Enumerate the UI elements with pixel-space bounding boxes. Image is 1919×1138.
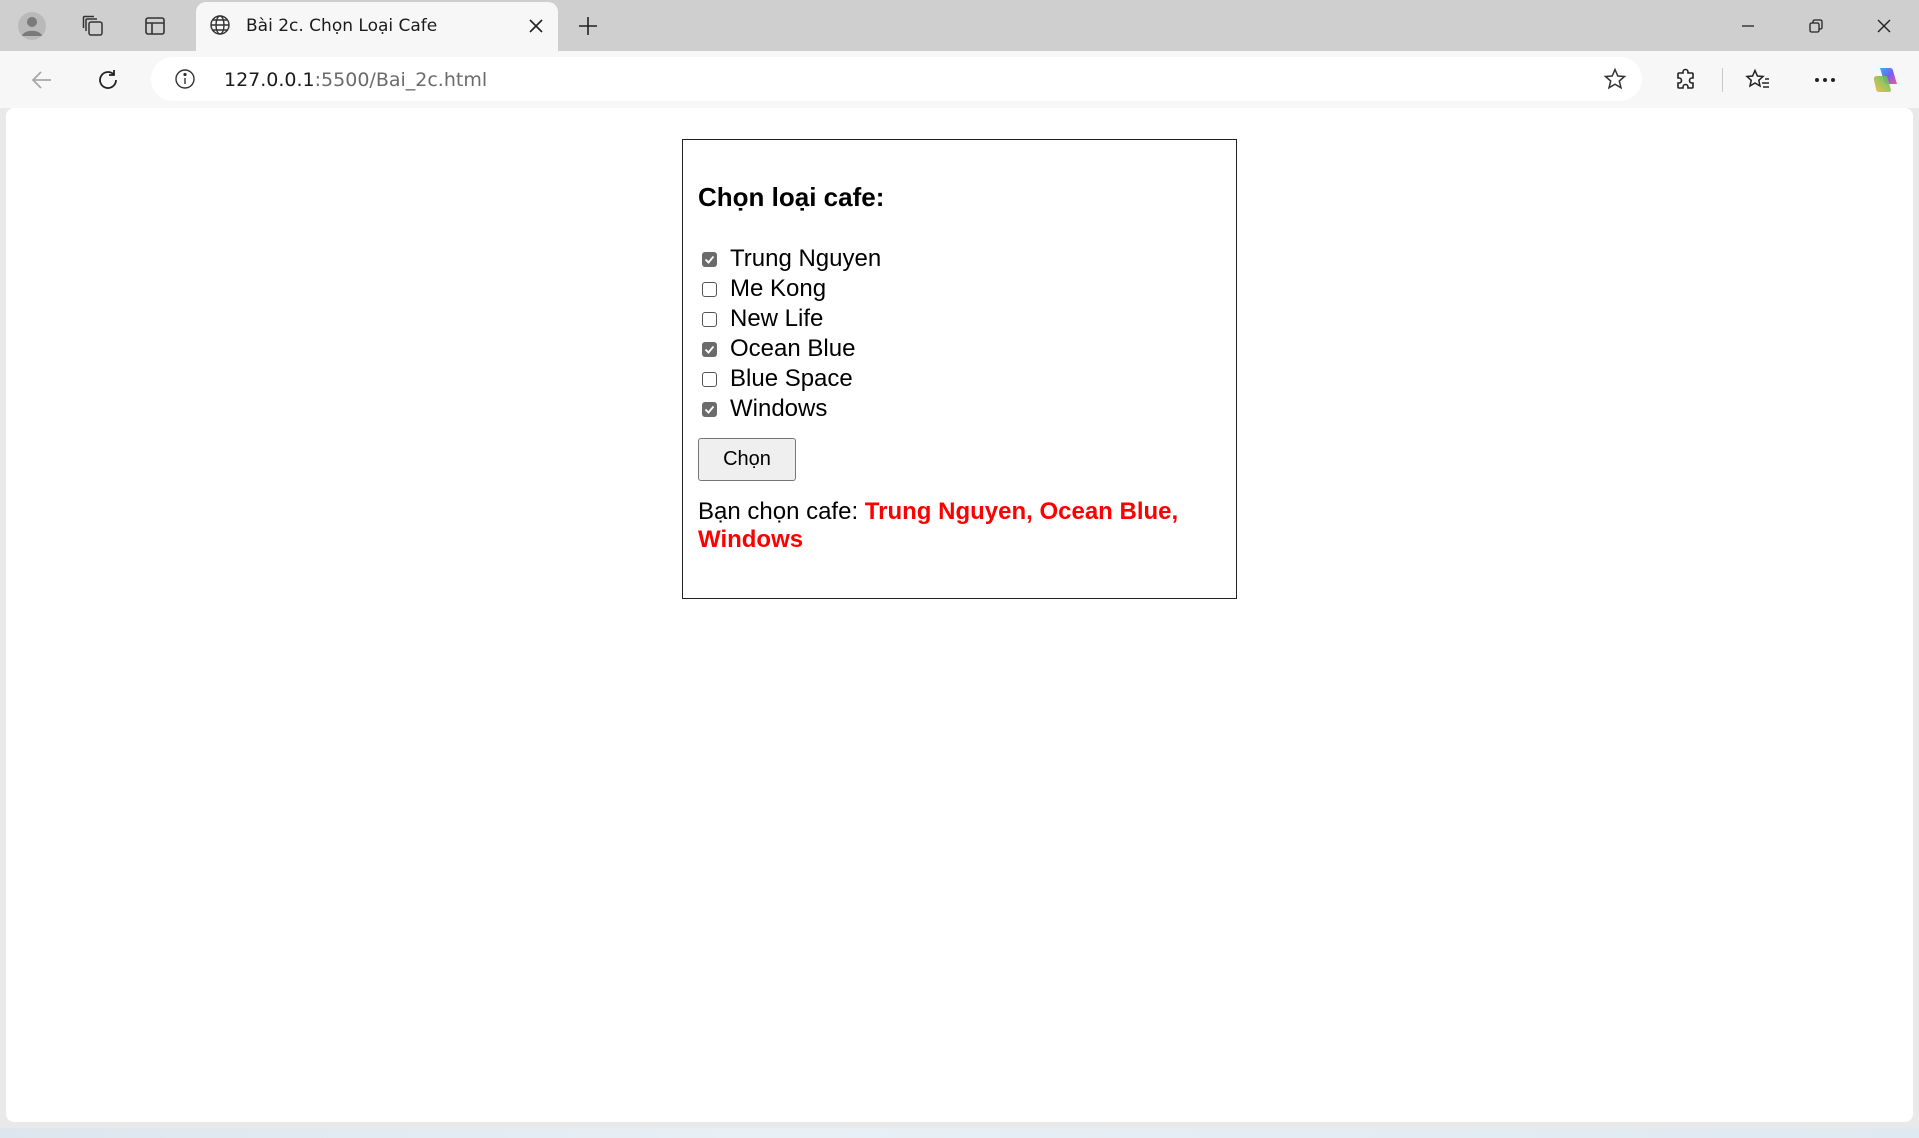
- workspaces-button[interactable]: [75, 8, 111, 44]
- tab-actions-icon: [145, 17, 165, 35]
- checkbox-blue-space[interactable]: [702, 371, 717, 387]
- toolbar: 127.0.0.1:5500/Bai_2c.html: [0, 51, 1919, 108]
- tab-title: Bài 2c. Chọn Loại Cafe: [246, 16, 438, 36]
- checkbox-me-kong[interactable]: [702, 281, 717, 297]
- option-label: Blue Space: [730, 365, 853, 392]
- profile-button[interactable]: [14, 8, 50, 44]
- url-host: 127.0.0.1: [224, 69, 315, 91]
- favorite-star-icon: [1603, 67, 1627, 90]
- form-heading: Chọn loại cafe:: [698, 182, 885, 212]
- option-label: Windows: [730, 395, 828, 422]
- option-trung-nguyen[interactable]: Trung Nguyen: [702, 244, 881, 274]
- active-tab[interactable]: Bài 2c. Chọn Loại Cafe: [196, 2, 558, 51]
- favorites-icon: [1745, 68, 1769, 88]
- add-favorite-button[interactable]: [1602, 66, 1628, 92]
- refresh-button[interactable]: [88, 60, 128, 100]
- refresh-icon: [99, 70, 117, 89]
- restore-icon: [1809, 18, 1823, 33]
- more-icon: [1815, 78, 1835, 82]
- window-close-button[interactable]: [1851, 0, 1917, 51]
- checkmark-icon: [704, 345, 715, 354]
- checkbox-new-life[interactable]: [702, 311, 717, 327]
- restore-button[interactable]: [1783, 0, 1849, 51]
- profile-icon: [18, 12, 46, 40]
- option-label: New Life: [730, 305, 824, 332]
- new-tab-button[interactable]: [570, 8, 606, 44]
- copilot-icon: [1873, 68, 1897, 92]
- address-bar[interactable]: 127.0.0.1:5500/Bai_2c.html: [151, 57, 1642, 101]
- checkbox-ocean-blue[interactable]: [702, 341, 717, 357]
- checkmark-icon: [704, 405, 715, 414]
- back-icon: [31, 71, 51, 89]
- result-text: Bạn chọn cafe: Trung Nguyen, Ocean Blue,…: [698, 498, 1198, 554]
- checkbox-trung-nguyen[interactable]: [702, 251, 717, 267]
- submit-button[interactable]: Chọn: [698, 438, 796, 481]
- page-viewport: Chọn loại cafe: Trung Nguyen Me Kong New…: [6, 108, 1913, 1122]
- info-icon: [175, 69, 195, 89]
- window-close-icon: [1877, 19, 1891, 32]
- option-blue-space[interactable]: Blue Space: [702, 364, 853, 394]
- checkbox-windows[interactable]: [702, 401, 717, 417]
- tab-close-button[interactable]: [522, 12, 550, 40]
- back-button[interactable]: [22, 60, 62, 100]
- minimize-button[interactable]: [1715, 0, 1781, 51]
- option-windows[interactable]: Windows: [702, 394, 827, 424]
- taskbar-edge: [0, 1128, 1919, 1138]
- copilot-button[interactable]: [1867, 60, 1907, 100]
- option-label: Trung Nguyen: [730, 245, 882, 272]
- checkmark-icon: [704, 255, 715, 264]
- more-button[interactable]: [1805, 60, 1845, 100]
- result-prefix: Bạn chọn cafe:: [698, 498, 865, 525]
- tab-actions-button[interactable]: [137, 8, 173, 44]
- option-label: Me Kong: [730, 275, 827, 302]
- collections-icon: [82, 15, 103, 36]
- url-text[interactable]: 127.0.0.1:5500/Bai_2c.html: [224, 69, 487, 91]
- title-bar: Bài 2c. Chọn Loại Cafe: [0, 0, 1919, 51]
- globe-icon: [208, 13, 232, 37]
- option-new-life[interactable]: New Life: [702, 304, 823, 334]
- extensions-button[interactable]: [1666, 60, 1706, 100]
- option-ocean-blue[interactable]: Ocean Blue: [702, 334, 855, 364]
- site-info-button[interactable]: [173, 67, 197, 91]
- favorites-button[interactable]: [1738, 60, 1778, 100]
- new-tab-icon: [579, 17, 597, 35]
- close-icon: [529, 19, 543, 33]
- extensions-icon: [1677, 68, 1694, 89]
- option-me-kong[interactable]: Me Kong: [702, 274, 826, 304]
- url-path: :5500/Bai_2c.html: [314, 69, 488, 91]
- option-label: Ocean Blue: [730, 335, 856, 362]
- toolbar-separator: [1722, 68, 1723, 92]
- coffee-form: Chọn loại cafe: Trung Nguyen Me Kong New…: [682, 139, 1237, 599]
- minimize-icon: [1742, 24, 1754, 27]
